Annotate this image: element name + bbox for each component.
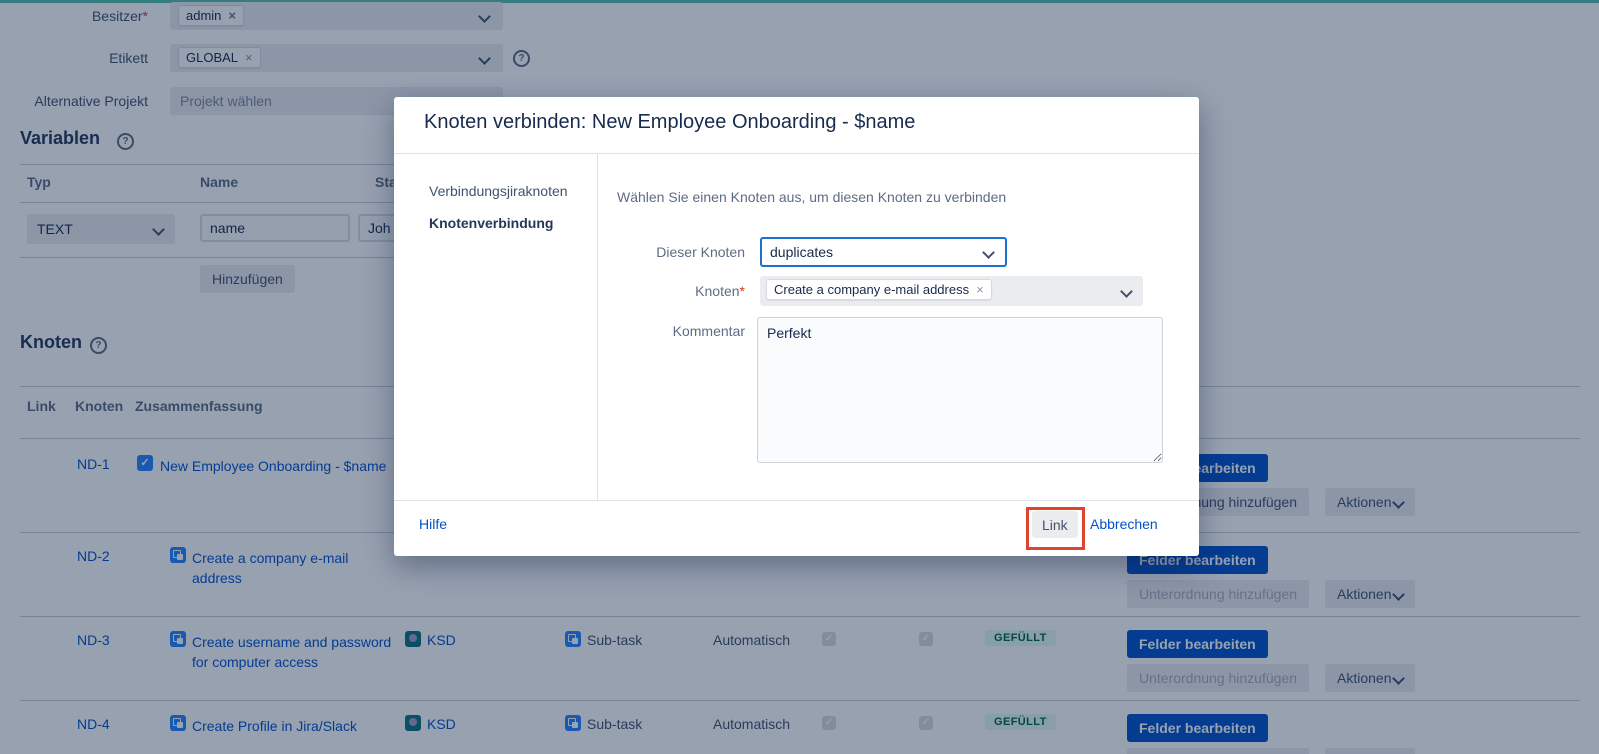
divider xyxy=(394,500,1199,501)
this-node-select[interactable]: duplicates xyxy=(760,237,1007,267)
this-node-label: Dieser Knoten xyxy=(597,244,745,260)
comment-textarea[interactable]: Perfekt xyxy=(757,317,1163,463)
connect-node-dialog: Knoten verbinden: New Employee Onboardin… xyxy=(394,97,1199,556)
cancel-link[interactable]: Abbrechen xyxy=(1090,516,1158,532)
dialog-title: Knoten verbinden: New Employee Onboardin… xyxy=(424,111,915,134)
required-asterisk: * xyxy=(740,283,745,299)
node-select[interactable]: Create a company e-mail address× xyxy=(760,276,1143,306)
screen: Besitzer* admin× Etikett GLOBAL× ? Alter… xyxy=(0,0,1599,754)
dialog-nav-verbindungsjiraknoten[interactable]: Verbindungsjiraknoten xyxy=(429,183,568,199)
node-label: Knoten* xyxy=(597,283,745,299)
chevron-down-icon xyxy=(1120,285,1133,298)
help-link[interactable]: Hilfe xyxy=(419,516,447,532)
divider xyxy=(394,153,1199,154)
annotation-highlight-box xyxy=(1026,507,1085,550)
chevron-down-icon xyxy=(982,246,995,259)
node-tag[interactable]: Create a company e-mail address× xyxy=(766,279,992,300)
dialog-intro-text: Wählen Sie einen Knoten aus, um diesen K… xyxy=(617,189,1006,205)
comment-label: Kommentar xyxy=(597,323,745,339)
close-icon[interactable]: × xyxy=(976,282,984,297)
dialog-nav-knotenverbindung[interactable]: Knotenverbindung xyxy=(429,215,553,231)
